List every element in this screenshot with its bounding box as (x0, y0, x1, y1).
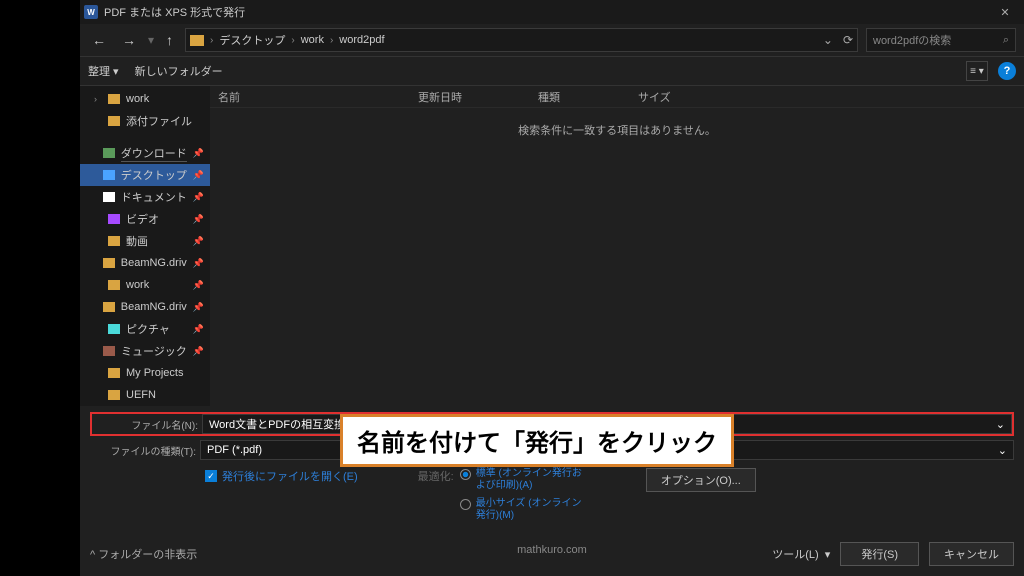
back-button[interactable]: ← (88, 30, 110, 50)
close-icon[interactable]: ✕ (990, 6, 1020, 19)
view-button[interactable]: ≡ ▾ (966, 61, 988, 81)
titlebar: W PDF または XPS 形式で発行 ✕ (80, 0, 1024, 24)
sidebar-item[interactable]: ミュージック📌 (80, 340, 210, 362)
optimize-label: 最適化: (418, 468, 454, 522)
col-type[interactable]: 種類 (530, 86, 630, 107)
checkbox-icon: ✓ (205, 470, 217, 482)
forward-button[interactable]: → (118, 30, 140, 50)
nav-sep: ▾ (148, 33, 154, 47)
sidebar-item[interactable]: My Projects (80, 362, 210, 384)
empty-message: 検索条件に一致する項目はありません。 (210, 108, 1024, 152)
chevron-down-icon: ⌄ (998, 444, 1007, 457)
help-button[interactable]: ? (998, 62, 1016, 80)
sidebar-item[interactable]: 動画📌 (80, 230, 210, 252)
up-button[interactable]: ↑ (162, 30, 177, 50)
newfolder-button[interactable]: 新しいフォルダー (135, 63, 223, 79)
crumb-sep: › (210, 35, 213, 46)
chevron-down-icon[interactable]: ⌄ (823, 33, 833, 47)
open-after-checkbox[interactable]: ✓ 発行後にファイルを開く(E) (205, 468, 358, 484)
watermark: mathkuro.com (517, 544, 587, 556)
chevron-down-icon: ⌄ (996, 418, 1005, 431)
breadcrumb-item[interactable]: デスクトップ (219, 32, 285, 48)
hide-folders-toggle[interactable]: ^ フォルダーの非表示 (90, 546, 197, 562)
crumb-sep: › (291, 35, 294, 46)
sidebar-item[interactable]: UEFN (80, 384, 210, 406)
filetype-label: ファイルの種類(T): (90, 443, 200, 458)
sidebar-item[interactable]: BeamNG.driv📌 (80, 296, 210, 318)
address-bar[interactable]: › デスクトップ › work › word2pdf ⌄ ⟳ (185, 28, 858, 52)
options-button[interactable]: オプション(O)... (646, 468, 756, 492)
window-title: PDF または XPS 形式で発行 (104, 4, 984, 20)
word-icon: W (84, 5, 98, 19)
col-name[interactable]: 名前 (210, 86, 410, 107)
radio-standard-label: 標準 (オンライン発行および印刷)(A) (476, 468, 586, 492)
radio-standard[interactable]: 標準 (オンライン発行および印刷)(A) (460, 468, 586, 492)
col-size[interactable]: サイズ (630, 86, 710, 107)
sidebar-item[interactable]: ピクチャ📌 (80, 318, 210, 340)
navbar: ← → ▾ ↑ › デスクトップ › work › word2pdf ⌄ ⟳ w… (80, 24, 1024, 56)
radio-minimum-label: 最小サイズ (オンライン発行)(M) (476, 498, 586, 522)
crumb-sep: › (330, 35, 333, 46)
sidebar-item[interactable]: デスクトップ📌 (80, 164, 210, 186)
file-area: 名前 更新日時 種類 サイズ 検索条件に一致する項目はありません。 名前を付けて… (210, 86, 1024, 406)
organize-button[interactable]: 整理 ▾ (88, 63, 119, 79)
radio-minimum[interactable]: 最小サイズ (オンライン発行)(M) (460, 498, 586, 522)
radio-icon (460, 469, 471, 480)
radio-icon (460, 499, 471, 510)
cancel-button[interactable]: キャンセル (929, 542, 1014, 566)
breadcrumb-item[interactable]: work (301, 34, 324, 46)
filetype-value: PDF (*.pdf) (207, 444, 262, 456)
sidebar-item[interactable]: work📌 (80, 274, 210, 296)
open-after-label: 発行後にファイルを開く(E) (222, 468, 358, 484)
breadcrumb-item[interactable]: word2pdf (339, 34, 384, 46)
sidebar-item[interactable]: ›work (80, 88, 210, 110)
sidebar-item[interactable]: 添付ファイル (80, 110, 210, 132)
sidebar-item[interactable]: ダウンロード📌 (80, 142, 210, 164)
search-placeholder: word2pdfの検索 (873, 32, 951, 48)
sidebar-item[interactable]: BeamNG.driv📌 (80, 252, 210, 274)
annotation-overlay: 名前を付けて「発行」をクリック (340, 414, 734, 467)
column-headers: 名前 更新日時 種類 サイズ (210, 86, 1024, 108)
sidebar: ›work添付ファイルダウンロード📌デスクトップ📌ドキュメント📌ビデオ📌動画📌B… (80, 86, 210, 406)
search-icon: ⌕ (1003, 34, 1009, 47)
save-dialog: W PDF または XPS 形式で発行 ✕ ← → ▾ ↑ › デスクトップ ›… (80, 0, 1024, 576)
refresh-icon[interactable]: ⟳ (843, 33, 853, 47)
col-date[interactable]: 更新日時 (410, 86, 530, 107)
filename-label: ファイル名(N): (92, 417, 202, 432)
sidebar-item[interactable]: ドキュメント📌 (80, 186, 210, 208)
tools-button[interactable]: ツール(L) ▾ (772, 546, 830, 562)
search-input[interactable]: word2pdfの検索 ⌕ (866, 28, 1016, 52)
publish-button[interactable]: 発行(S) (840, 542, 919, 566)
folder-icon (190, 35, 204, 46)
toolbar: 整理 ▾ 新しいフォルダー ≡ ▾ ? (80, 56, 1024, 86)
sidebar-item[interactable]: ビデオ📌 (80, 208, 210, 230)
